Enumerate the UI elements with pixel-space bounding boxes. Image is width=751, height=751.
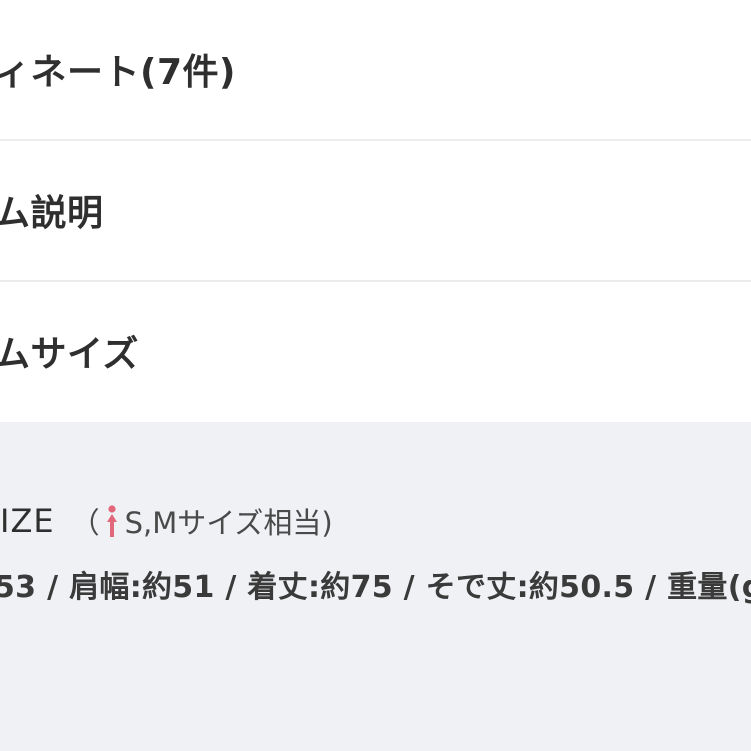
accordion-item-coordinate[interactable]: ィネート(7件) [0, 0, 751, 141]
size-note-open-paren: （ [70, 506, 100, 540]
size-title: IZE [0, 502, 55, 540]
accordion-item-description[interactable]: ム説明 [0, 141, 751, 282]
size-panel: IZE （ S,Mサイズ相当) 53 / 肩幅:約51 / 着丈:約75 / そ… [0, 422, 751, 751]
accordion: ィネート(7件) ム説明 ムサイズ [0, 0, 751, 422]
accordion-item-coordinate-label: ィネート(7件) [0, 52, 236, 93]
size-note-text: S,Mサイズ相当) [124, 506, 333, 540]
size-note: （ S,Mサイズ相当) [71, 500, 333, 542]
size-heading: IZE （ S,Mサイズ相当) [0, 500, 333, 542]
accordion-item-size-label: ムサイズ [0, 334, 139, 375]
accordion-item-description-label: ム説明 [0, 193, 104, 234]
person-icon [106, 505, 117, 537]
accordion-item-size[interactable]: ムサイズ [0, 282, 751, 422]
item-detail-page: ィネート(7件) ム説明 ムサイズ IZE （ S,Mサイズ相当) 53 / 肩… [0, 0, 751, 751]
size-measurements: 53 / 肩幅:約51 / 着丈:約75 / そで丈:約50.5 / 重量(g [0, 570, 751, 605]
